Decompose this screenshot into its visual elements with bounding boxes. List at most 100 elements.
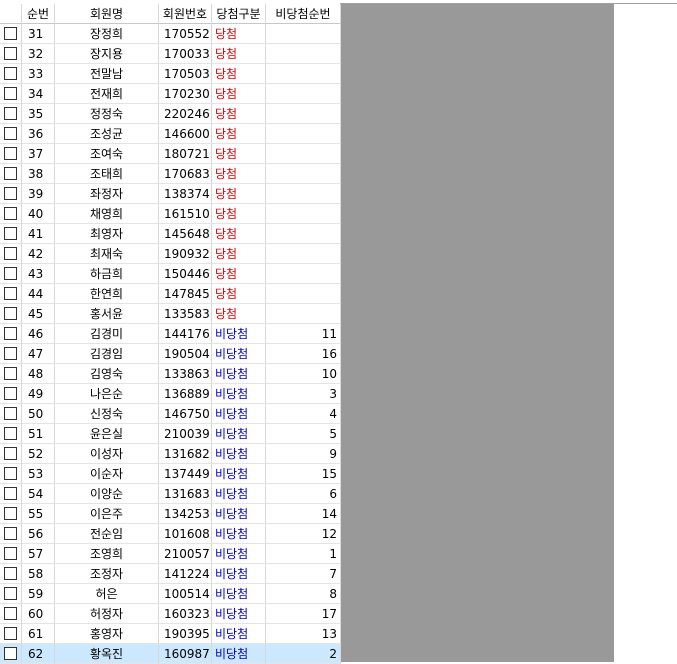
cell-rank[interactable]: 16 <box>266 344 341 364</box>
cell-type[interactable]: 당첨 <box>212 264 266 284</box>
cell-rank[interactable]: 4 <box>266 404 341 424</box>
cell-seq[interactable]: 33 <box>22 64 55 84</box>
table-row[interactable]: 59 허은 100514 비당첨 8 <box>0 584 341 604</box>
row-checkbox[interactable] <box>4 507 17 520</box>
cell-rank[interactable]: 15 <box>266 464 341 484</box>
cell-member-no[interactable]: 131683 <box>159 484 212 504</box>
row-checkbox[interactable] <box>4 627 17 640</box>
cell-name[interactable]: 허은 <box>55 584 159 604</box>
table-row[interactable]: 35 정정숙 220246 당첨 <box>0 104 341 124</box>
row-checkbox[interactable] <box>4 87 17 100</box>
cell-member-no[interactable]: 136889 <box>159 384 212 404</box>
cell-name[interactable]: 나은순 <box>55 384 159 404</box>
table-row[interactable]: 34 전재희 170230 당첨 <box>0 84 341 104</box>
row-checkbox[interactable] <box>4 647 17 660</box>
table-row[interactable]: 32 장지용 170033 당첨 <box>0 44 341 64</box>
cell-seq[interactable]: 51 <box>22 424 55 444</box>
cell-name[interactable]: 조태희 <box>55 164 159 184</box>
cell-seq[interactable]: 40 <box>22 204 55 224</box>
cell-type[interactable]: 당첨 <box>212 44 266 64</box>
row-checkbox[interactable] <box>4 607 17 620</box>
cell-member-no[interactable]: 147845 <box>159 284 212 304</box>
cell-seq[interactable]: 35 <box>22 104 55 124</box>
table-row[interactable]: 50 신정숙 146750 비당첨 4 <box>0 404 341 424</box>
cell-type[interactable]: 당첨 <box>212 224 266 244</box>
table-row[interactable]: 36 조성균 146600 당첨 <box>0 124 341 144</box>
cell-seq[interactable]: 46 <box>22 324 55 344</box>
cell-member-no[interactable]: 170683 <box>159 164 212 184</box>
cell-rank[interactable]: 2 <box>266 644 341 664</box>
cell-seq[interactable]: 60 <box>22 604 55 624</box>
cell-type[interactable]: 당첨 <box>212 84 266 104</box>
table-row[interactable]: 39 좌정자 138374 당첨 <box>0 184 341 204</box>
cell-name[interactable]: 김경임 <box>55 344 159 364</box>
cell-type[interactable]: 비당첨 <box>212 324 266 344</box>
table-row[interactable]: 42 최재숙 190932 당첨 <box>0 244 341 264</box>
cell-type[interactable]: 비당첨 <box>212 384 266 404</box>
cell-seq[interactable]: 44 <box>22 284 55 304</box>
cell-rank[interactable]: 10 <box>266 364 341 384</box>
cell-rank[interactable] <box>266 224 341 244</box>
cell-seq[interactable]: 56 <box>22 524 55 544</box>
cell-type[interactable]: 비당첨 <box>212 544 266 564</box>
table-row[interactable]: 58 조정자 141224 비당첨 7 <box>0 564 341 584</box>
cell-seq[interactable]: 39 <box>22 184 55 204</box>
table-row[interactable]: 57 조영희 210057 비당첨 1 <box>0 544 341 564</box>
table-row[interactable]: 52 이성자 131682 비당첨 9 <box>0 444 341 464</box>
cell-name[interactable]: 조영희 <box>55 544 159 564</box>
cell-name[interactable]: 전말남 <box>55 64 159 84</box>
row-checkbox[interactable] <box>4 227 17 240</box>
cell-member-no[interactable]: 190395 <box>159 624 212 644</box>
cell-name[interactable]: 홍서윤 <box>55 304 159 324</box>
cell-rank[interactable] <box>266 164 341 184</box>
row-checkbox[interactable] <box>4 127 17 140</box>
cell-rank[interactable] <box>266 24 341 44</box>
table-row[interactable]: 46 김경미 144176 비당첨 11 <box>0 324 341 344</box>
table-row[interactable]: 38 조태희 170683 당첨 <box>0 164 341 184</box>
cell-name[interactable]: 황옥진 <box>55 644 159 664</box>
cell-member-no[interactable]: 146600 <box>159 124 212 144</box>
table-row[interactable]: 31 장정희 170552 당첨 <box>0 24 341 44</box>
header-member-no[interactable]: 회원번호 <box>159 4 212 24</box>
cell-rank[interactable]: 11 <box>266 324 341 344</box>
cell-rank[interactable] <box>266 304 341 324</box>
cell-rank[interactable]: 9 <box>266 444 341 464</box>
row-checkbox[interactable] <box>4 447 17 460</box>
cell-seq[interactable]: 32 <box>22 44 55 64</box>
table-row[interactable]: 33 전말남 170503 당첨 <box>0 64 341 84</box>
row-checkbox[interactable] <box>4 167 17 180</box>
cell-name[interactable]: 최영자 <box>55 224 159 244</box>
header-name[interactable]: 회원명 <box>55 4 159 24</box>
cell-name[interactable]: 조성균 <box>55 124 159 144</box>
cell-seq[interactable]: 53 <box>22 464 55 484</box>
cell-member-no[interactable]: 170230 <box>159 84 212 104</box>
table-row[interactable]: 54 이양순 131683 비당첨 6 <box>0 484 341 504</box>
row-checkbox[interactable] <box>4 207 17 220</box>
cell-seq[interactable]: 57 <box>22 544 55 564</box>
cell-member-no[interactable]: 141224 <box>159 564 212 584</box>
cell-rank[interactable]: 17 <box>266 604 341 624</box>
cell-type[interactable]: 당첨 <box>212 64 266 84</box>
cell-rank[interactable] <box>266 204 341 224</box>
table-row[interactable]: 55 이은주 134253 비당첨 14 <box>0 504 341 524</box>
cell-name[interactable]: 김영숙 <box>55 364 159 384</box>
cell-seq[interactable]: 45 <box>22 304 55 324</box>
row-checkbox[interactable] <box>4 27 17 40</box>
row-checkbox[interactable] <box>4 567 17 580</box>
cell-type[interactable]: 당첨 <box>212 124 266 144</box>
row-checkbox[interactable] <box>4 287 17 300</box>
cell-name[interactable]: 전순임 <box>55 524 159 544</box>
table-row[interactable]: 45 홍서윤 133583 당첨 <box>0 304 341 324</box>
cell-seq[interactable]: 52 <box>22 444 55 464</box>
cell-seq[interactable]: 48 <box>22 364 55 384</box>
cell-type[interactable]: 비당첨 <box>212 524 266 544</box>
cell-name[interactable]: 채영희 <box>55 204 159 224</box>
cell-member-no[interactable]: 138374 <box>159 184 212 204</box>
cell-name[interactable]: 이성자 <box>55 444 159 464</box>
row-checkbox[interactable] <box>4 367 17 380</box>
cell-name[interactable]: 한연희 <box>55 284 159 304</box>
cell-rank[interactable] <box>266 264 341 284</box>
cell-name[interactable]: 조정자 <box>55 564 159 584</box>
cell-seq[interactable]: 38 <box>22 164 55 184</box>
header-rank[interactable]: 비당첨순번 <box>266 4 341 24</box>
